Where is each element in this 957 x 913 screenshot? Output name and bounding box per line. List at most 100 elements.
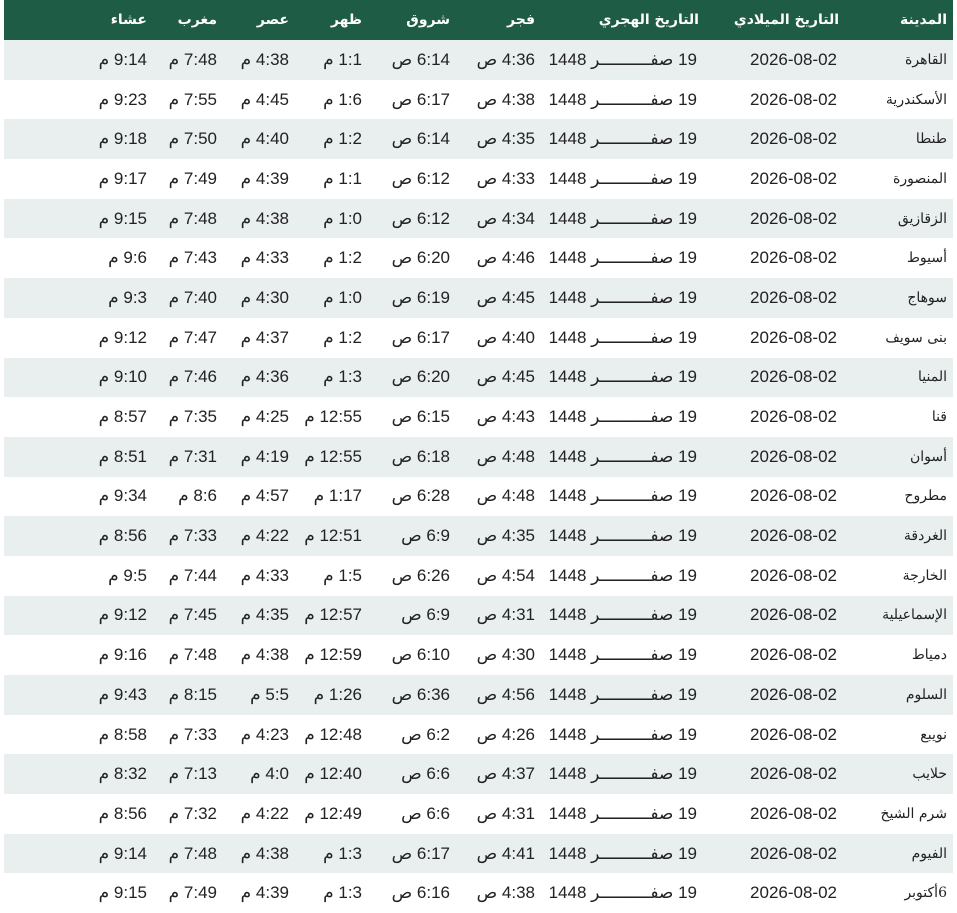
hijri-date-cell: 19 صفــــــــــر 1448 (541, 555, 705, 596)
hijri-date-cell: 19 صفــــــــــر 1448 (541, 317, 705, 358)
dhuhr-time-cell: 1:2 م (295, 119, 368, 160)
asr-time-cell: 4:30 م (223, 278, 295, 318)
isha-time-cell: 9:15 م (4, 198, 153, 239)
asr-time-cell: 4:38 م (223, 198, 295, 239)
header-dhuhr: ظهر (295, 0, 368, 40)
shuruq-time-cell: 6:17 ص (368, 79, 456, 120)
table-row: الإسماعيلية 2026-08-02 19 صفــــــــــر 14… (4, 595, 953, 636)
city-cell: سوهاج (845, 278, 953, 318)
prayer-times-container: المدينة التاريخ الميلادي التاريخ الهجري … (4, 0, 953, 913)
shuruq-time-cell: 6:20 ص (368, 238, 456, 279)
shuruq-time-cell: 6:15 ص (368, 397, 456, 437)
isha-time-cell: 8:57 م (4, 397, 153, 437)
isha-time-cell: 9:16 م (4, 635, 153, 675)
dhuhr-time-cell: 1:6 م (295, 79, 368, 120)
shuruq-time-cell: 6:16 ص (368, 873, 456, 913)
dhuhr-time-cell: 1:3 م (295, 833, 368, 874)
header-maghrib: مغرب (153, 0, 223, 40)
gregorian-date-cell: 2026-08-02 (705, 794, 845, 834)
table-row: القاهرة 2026-08-02 19 صفــــــــــر 1448 4:… (4, 40, 953, 80)
dhuhr-time-cell: 1:0 م (295, 278, 368, 318)
table-row: سوهاج 2026-08-02 19 صفــــــــــر 1448 4:45… (4, 278, 953, 318)
fajr-time-cell: 4:38 ص (456, 873, 541, 913)
isha-time-cell: 9:6 م (4, 238, 153, 279)
fajr-time-cell: 4:26 ص (456, 714, 541, 755)
isha-time-cell: 9:12 م (4, 595, 153, 636)
hijri-date-cell: 19 صفــــــــــر 1448 (541, 754, 705, 795)
gregorian-date-cell: 2026-08-02 (705, 436, 845, 477)
header-gregorian-date: التاريخ الميلادي (705, 0, 845, 40)
asr-time-cell: 5:5 م (223, 675, 295, 715)
header-shuruq: شروق (368, 0, 456, 40)
maghrib-time-cell: 7:45 م (153, 595, 223, 636)
shuruq-time-cell: 6:9 ص (368, 595, 456, 636)
dhuhr-time-cell: 12:55 م (295, 436, 368, 477)
isha-time-cell: 9:12 م (4, 317, 153, 358)
shuruq-time-cell: 6:6 ص (368, 794, 456, 834)
maghrib-time-cell: 7:48 م (153, 198, 223, 239)
dhuhr-time-cell: 12:51 م (295, 516, 368, 556)
shuruq-time-cell: 6:12 ص (368, 159, 456, 199)
asr-time-cell: 4:36 م (223, 357, 295, 398)
table-header-row: المدينة التاريخ الميلادي التاريخ الهجري … (4, 0, 953, 40)
hijri-date-cell: 19 صفــــــــــر 1448 (541, 436, 705, 477)
city-cell: المنصورة (845, 159, 953, 199)
dhuhr-time-cell: 1:1 م (295, 159, 368, 199)
shuruq-time-cell: 6:9 ص (368, 516, 456, 556)
header-hijri-date: التاريخ الهجري (541, 0, 705, 40)
dhuhr-time-cell: 1:26 م (295, 675, 368, 715)
dhuhr-time-cell: 1:0 م (295, 198, 368, 239)
asr-time-cell: 4:39 م (223, 159, 295, 199)
shuruq-time-cell: 6:20 ص (368, 357, 456, 398)
gregorian-date-cell: 2026-08-02 (705, 833, 845, 874)
city-cell: شرم الشيخ (845, 794, 953, 834)
hijri-date-cell: 19 صفــــــــــر 1448 (541, 79, 705, 120)
dhuhr-time-cell: 1:5 م (295, 555, 368, 596)
shuruq-time-cell: 6:18 ص (368, 436, 456, 477)
maghrib-time-cell: 7:35 م (153, 397, 223, 437)
city-cell: الإسماعيلية (845, 595, 953, 636)
gregorian-date-cell: 2026-08-02 (705, 397, 845, 437)
header-isha: عشاء (4, 0, 153, 40)
isha-time-cell: 9:34 م (4, 476, 153, 517)
fajr-time-cell: 4:46 ص (456, 238, 541, 279)
city-cell: أسوان (845, 436, 953, 477)
city-cell: حلايب (845, 754, 953, 795)
city-cell: المنيا (845, 357, 953, 398)
table-row: الغردقة 2026-08-02 19 صفــــــــــر 1448 4:… (4, 516, 953, 556)
fajr-time-cell: 4:31 ص (456, 595, 541, 636)
isha-time-cell: 9:23 م (4, 79, 153, 120)
fajr-time-cell: 4:54 ص (456, 555, 541, 596)
shuruq-time-cell: 6:2 ص (368, 714, 456, 755)
fajr-time-cell: 4:37 ص (456, 754, 541, 795)
isha-time-cell: 8:56 م (4, 794, 153, 834)
table-row: بنى سويف 2026-08-02 19 صفــــــــــر 1448 4… (4, 317, 953, 358)
gregorian-date-cell: 2026-08-02 (705, 159, 845, 199)
asr-time-cell: 4:23 م (223, 714, 295, 755)
dhuhr-time-cell: 12:55 م (295, 397, 368, 437)
fajr-time-cell: 4:41 ص (456, 833, 541, 874)
header-fajr: فجر (456, 0, 541, 40)
hijri-date-cell: 19 صفــــــــــر 1448 (541, 397, 705, 437)
asr-time-cell: 4:40 م (223, 119, 295, 160)
gregorian-date-cell: 2026-08-02 (705, 317, 845, 358)
shuruq-time-cell: 6:19 ص (368, 278, 456, 318)
shuruq-time-cell: 6:36 ص (368, 675, 456, 715)
table-row: حلايب 2026-08-02 19 صفــــــــــر 1448 4:37… (4, 754, 953, 795)
city-cell: الخارجة (845, 555, 953, 596)
table-row: الفيوم 2026-08-02 19 صفــــــــــر 1448 4:4… (4, 833, 953, 874)
gregorian-date-cell: 2026-08-02 (705, 278, 845, 318)
dhuhr-time-cell: 12:48 م (295, 714, 368, 755)
dhuhr-time-cell: 12:40 م (295, 754, 368, 795)
asr-time-cell: 4:22 م (223, 516, 295, 556)
isha-time-cell: 9:14 م (4, 833, 153, 874)
dhuhr-time-cell: 1:3 م (295, 357, 368, 398)
city-cell: دمياط (845, 635, 953, 675)
table-row: الخارجة 2026-08-02 19 صفــــــــــر 1448 4:… (4, 555, 953, 596)
table-row: قنا 2026-08-02 19 صفــــــــــر 1448 4:43 ص… (4, 397, 953, 437)
gregorian-date-cell: 2026-08-02 (705, 79, 845, 120)
shuruq-time-cell: 6:10 ص (368, 635, 456, 675)
maghrib-time-cell: 7:48 م (153, 635, 223, 675)
asr-time-cell: 4:25 م (223, 397, 295, 437)
asr-time-cell: 4:38 م (223, 635, 295, 675)
